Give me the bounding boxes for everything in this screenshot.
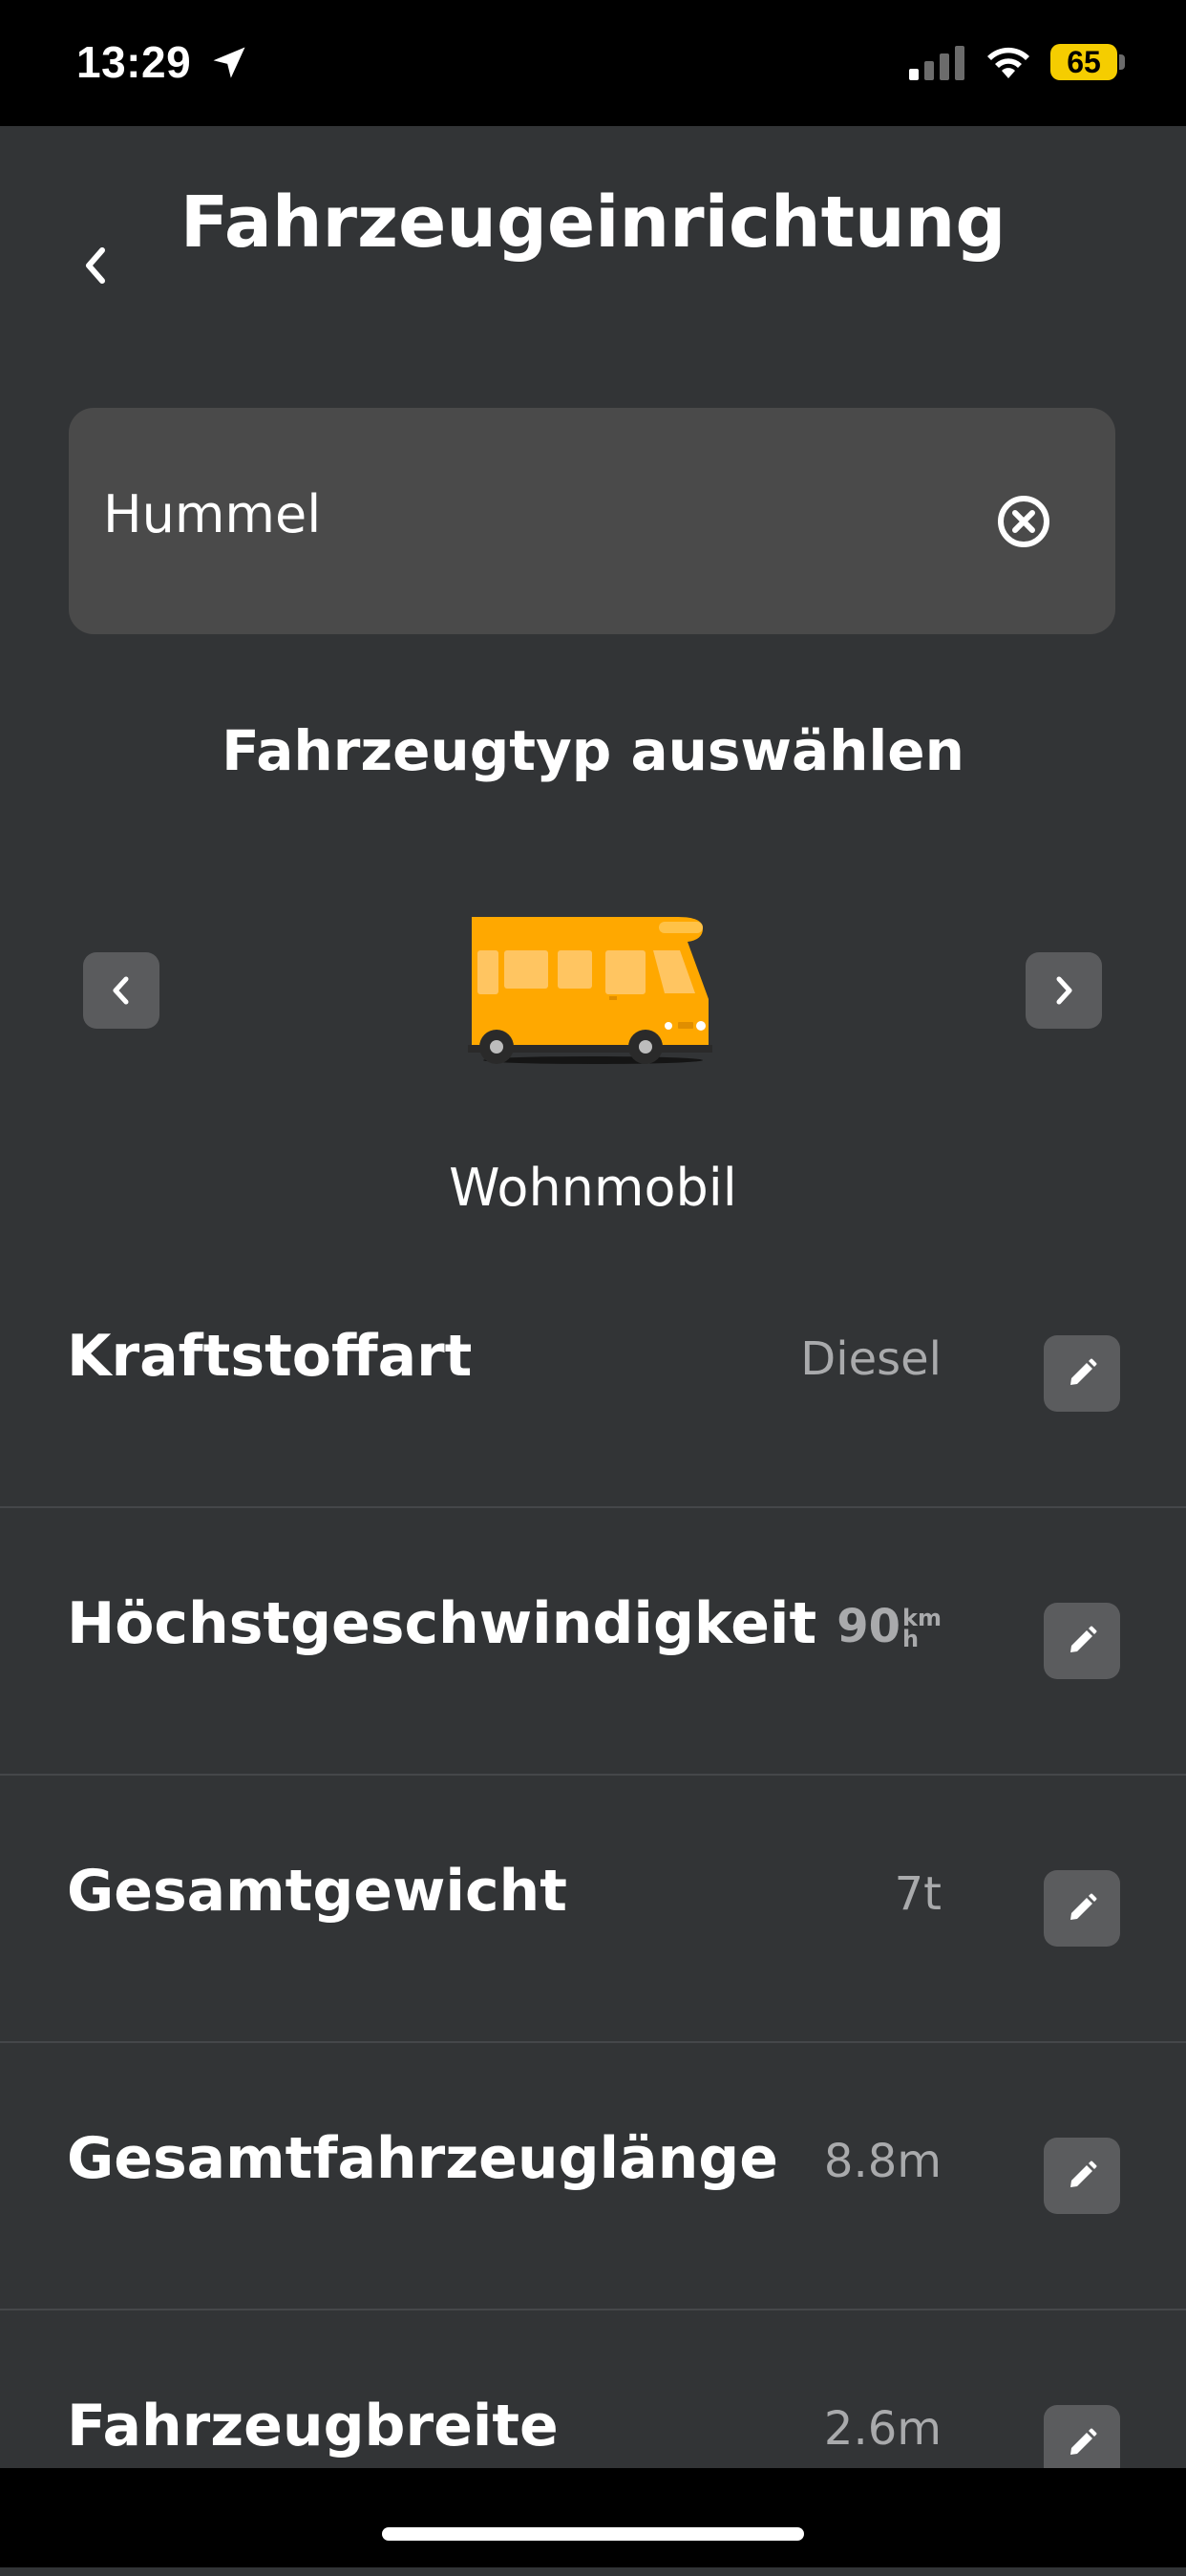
setting-row-total-weight: Gesamtgewicht 7t bbox=[0, 1774, 1186, 2043]
setting-row-max-speed: Höchstgeschwindigkeit 90km h bbox=[0, 1506, 1186, 1776]
setting-row-total-length: Gesamtfahrzeuglänge 8.8m bbox=[0, 2041, 1186, 2310]
battery-icon: 65 bbox=[1050, 44, 1117, 80]
status-time: 13:29 bbox=[76, 37, 192, 87]
location-arrow-icon bbox=[213, 47, 245, 78]
vehicle-type-title: Fahrzeugtyp auswählen bbox=[222, 718, 964, 783]
pencil-icon bbox=[1070, 2161, 1097, 2187]
setting-value: 7t bbox=[894, 1867, 942, 1921]
setting-label: Kraftstoffart bbox=[67, 1323, 473, 1390]
setting-value: 8.8m bbox=[823, 2135, 942, 2188]
pencil-icon bbox=[1070, 1893, 1097, 1920]
chevron-left-icon bbox=[113, 976, 129, 1005]
previous-vehicle-button[interactable] bbox=[83, 952, 159, 1029]
pencil-icon bbox=[1070, 1358, 1097, 1385]
unit-bottom: h bbox=[902, 1626, 920, 1652]
speed-unit: km h bbox=[902, 1607, 942, 1650]
setting-value: 2.6m bbox=[823, 2402, 942, 2456]
pencil-icon bbox=[1070, 2428, 1097, 2455]
setting-label: Fahrzeugbreite bbox=[67, 2393, 559, 2459]
page-title: Fahrzeugeinrichtung bbox=[180, 181, 1006, 264]
vehicle-type-label: Wohnmobil bbox=[449, 1158, 737, 1218]
wifi-icon bbox=[987, 47, 1029, 78]
bottom-safe-area bbox=[0, 2468, 1186, 2567]
setting-label: Höchstgeschwindigkeit bbox=[67, 1590, 817, 1657]
edit-button[interactable] bbox=[1044, 1603, 1120, 1679]
setting-label: Gesamtfahrzeuglänge bbox=[67, 2125, 778, 2192]
edit-button[interactable] bbox=[1044, 1335, 1120, 1412]
setting-label: Gesamtgewicht bbox=[67, 1858, 567, 1925]
setting-value: Diesel bbox=[800, 1332, 942, 1386]
vehicle-name-value: Hummel bbox=[103, 484, 322, 544]
clear-circle-icon[interactable] bbox=[995, 493, 1052, 550]
setting-row-fuel-type: Kraftstoffart Diesel bbox=[0, 1239, 1186, 1508]
edit-button[interactable] bbox=[1044, 1870, 1120, 1947]
cellular-signal-icon bbox=[909, 46, 964, 80]
battery-cap bbox=[1119, 54, 1125, 70]
status-bar: 13:29 65 bbox=[0, 0, 1186, 126]
setting-value: 90km h bbox=[837, 1600, 942, 1653]
next-vehicle-button[interactable] bbox=[1026, 952, 1102, 1029]
motorhome-icon bbox=[468, 917, 712, 1064]
home-indicator[interactable] bbox=[382, 2527, 804, 2541]
edit-button[interactable] bbox=[1044, 2138, 1120, 2214]
vehicle-name-input[interactable]: Hummel bbox=[69, 408, 1115, 634]
pencil-icon bbox=[1070, 1626, 1097, 1652]
speed-value: 90 bbox=[837, 1600, 901, 1653]
chevron-right-icon bbox=[1056, 976, 1072, 1005]
